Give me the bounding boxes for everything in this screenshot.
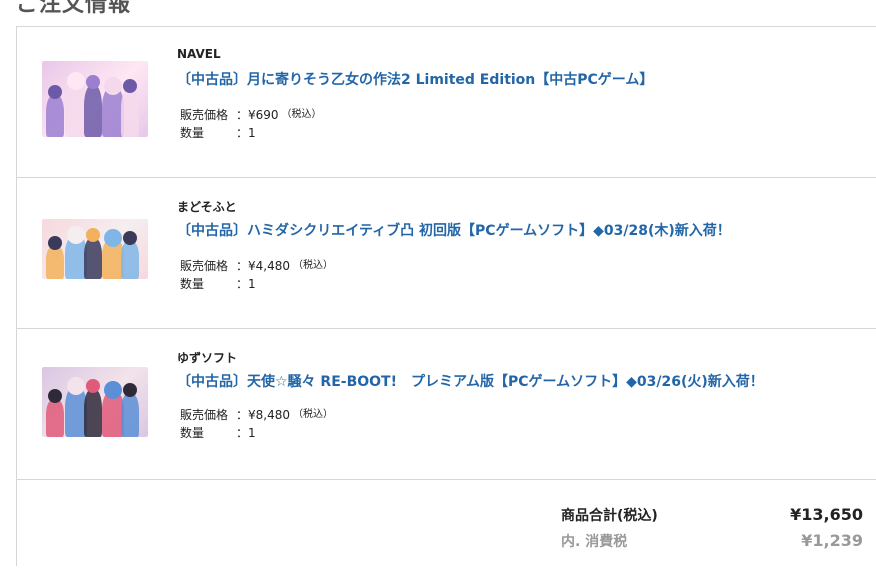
thumbnail-character-head xyxy=(66,376,85,395)
tax-note: （税込） xyxy=(293,260,333,271)
price-value: ：¥4,480 xyxy=(236,259,290,273)
thumbnail-character-head xyxy=(85,74,100,89)
thumbnail-character-figure xyxy=(83,388,102,437)
order-item: NAVEL 〔中古品〕月に寄りそう乙女の作法2 Limited Edition【… xyxy=(17,27,876,178)
thumbnail-character-figure xyxy=(83,237,102,279)
quantity-row: 数量 ：1 xyxy=(180,275,333,293)
tax-row: 内. 消費税 ¥1,239 xyxy=(543,531,863,551)
thumbnail-character-figure xyxy=(121,241,140,279)
thumbnail-character-figure xyxy=(83,84,102,137)
tax-note: （税込） xyxy=(281,109,322,120)
product-maker: NAVEL xyxy=(177,47,221,61)
price-label: 販売価格 xyxy=(180,259,229,273)
tax-note: （税込） xyxy=(293,409,333,420)
order-items-box: NAVEL 〔中古品〕月に寄りそう乙女の作法2 Limited Edition【… xyxy=(16,26,876,566)
product-title-link[interactable]: 〔中古品〕ハミダシクリエイティブ凸 初回版【PCゲームソフト】◆03/28(木)… xyxy=(177,220,731,240)
quantity-label: 数量 xyxy=(180,426,205,440)
product-thumbnail[interactable] xyxy=(42,367,148,437)
quantity-label: 数量 xyxy=(180,126,205,140)
product-thumbnail[interactable] xyxy=(42,61,148,137)
thumbnail-character-head xyxy=(85,378,100,393)
subtotal-row: 商品合計(税込) ¥13,650 xyxy=(543,505,863,525)
product-meta: 販売価格 ：¥690 （税込） 数量 ：1 xyxy=(180,106,322,142)
quantity-label: 数量 xyxy=(180,277,205,291)
quantity-value: ：1 xyxy=(236,426,256,440)
product-maker: まどそふと xyxy=(177,200,237,214)
order-totals: 商品合計(税込) ¥13,650 内. 消費税 ¥1,239 xyxy=(17,479,876,569)
thumbnail-character-head xyxy=(66,225,85,244)
order-item: ゆずソフト 〔中古品〕天使☆騒々 RE-BOOT! プレミアム版【PCゲームソフ… xyxy=(17,329,876,480)
thumbnail-character-head xyxy=(48,236,62,250)
price-row: 販売価格 ：¥4,480 （税込） xyxy=(180,257,333,275)
thumbnail-character-figure xyxy=(46,398,64,437)
quantity-value: ：1 xyxy=(236,126,256,140)
section-heading: ご注文情報 xyxy=(16,0,132,17)
tax-label: 内. 消費税 xyxy=(561,534,628,550)
thumbnail-character-head xyxy=(123,382,138,397)
product-meta: 販売価格 ：¥4,480 （税込） 数量 ：1 xyxy=(180,257,333,293)
price-row: 販売価格 ：¥8,480 （税込） xyxy=(180,406,333,424)
subtotal-value: ¥13,650 xyxy=(790,505,863,524)
thumbnail-character-head xyxy=(66,72,85,91)
price-row: 販売価格 ：¥690 （税込） xyxy=(180,106,322,124)
order-item: まどそふと 〔中古品〕ハミダシクリエイティブ凸 初回版【PCゲームソフト】◆03… xyxy=(17,178,876,329)
tax-value: ¥1,239 xyxy=(801,531,863,550)
product-thumbnail[interactable] xyxy=(42,219,148,279)
product-title-link[interactable]: 〔中古品〕月に寄りそう乙女の作法2 Limited Edition【中古PCゲー… xyxy=(177,69,653,89)
thumbnail-character-figure xyxy=(121,89,140,137)
quantity-value: ：1 xyxy=(236,277,256,291)
thumbnail-character-figure xyxy=(121,392,140,437)
thumbnail-character-figure xyxy=(46,246,64,279)
subtotal-label: 商品合計(税込) xyxy=(561,508,658,524)
quantity-row: 数量 ：1 xyxy=(180,124,322,142)
thumbnail-character-head xyxy=(85,227,100,242)
quantity-row: 数量 ：1 xyxy=(180,424,333,442)
product-meta: 販売価格 ：¥8,480 （税込） 数量 ：1 xyxy=(180,406,333,442)
price-label: 販売価格 xyxy=(180,108,229,122)
thumbnail-character-head xyxy=(48,388,62,403)
thumbnail-character-figure xyxy=(46,95,64,137)
product-title-link[interactable]: 〔中古品〕天使☆騒々 RE-BOOT! プレミアム版【PCゲームソフト】◆03/… xyxy=(177,371,764,391)
product-maker: ゆずソフト xyxy=(177,351,238,365)
price-value: ：¥8,480 xyxy=(236,408,290,422)
price-label: 販売価格 xyxy=(180,408,229,422)
price-value: ：¥690 xyxy=(236,108,279,122)
